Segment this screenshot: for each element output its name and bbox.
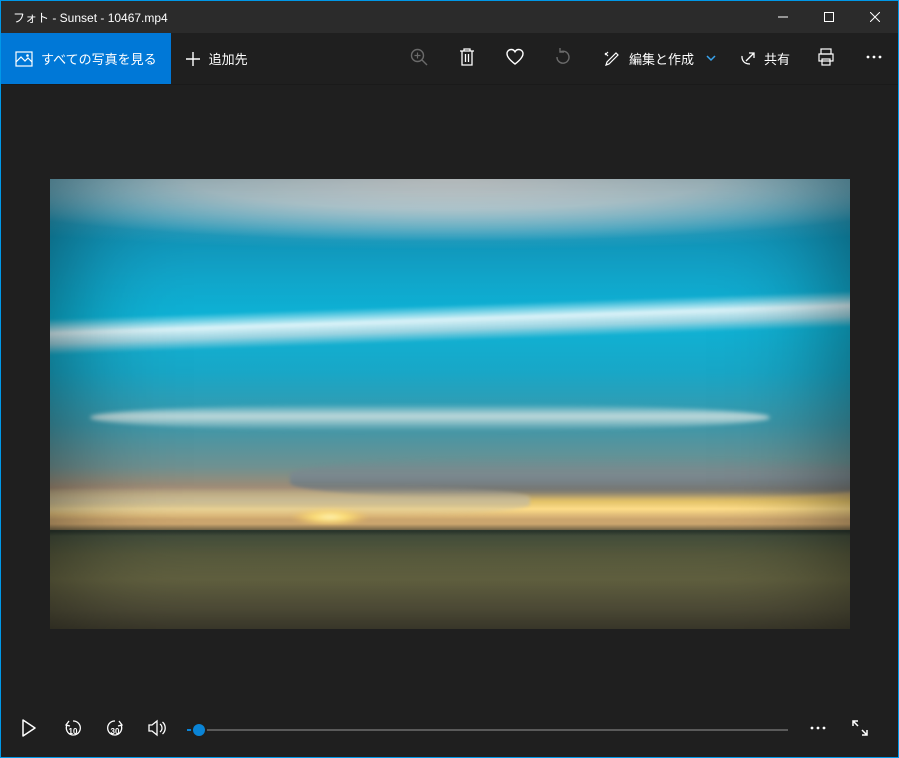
see-all-photos-button[interactable]: すべての写真を見る: [1, 33, 171, 84]
play-button[interactable]: [7, 708, 51, 752]
share-button[interactable]: 共有: [726, 33, 802, 84]
zoom-button[interactable]: [395, 33, 443, 84]
draw-icon: [603, 50, 621, 68]
skip-forward-button[interactable]: 30: [95, 708, 135, 752]
chevron-down-icon: [706, 51, 716, 66]
fullscreen-button[interactable]: [840, 708, 880, 752]
media-viewport: [1, 85, 898, 703]
heart-icon: [505, 47, 525, 70]
seek-thumb[interactable]: [193, 724, 205, 736]
favorite-button[interactable]: [491, 33, 539, 84]
window-controls: [760, 1, 898, 33]
skip-back-button[interactable]: 10: [53, 708, 93, 752]
seek-slider[interactable]: [179, 708, 796, 752]
more-horizontal-icon: [865, 48, 883, 69]
picture-icon: [15, 50, 33, 68]
see-all-photos-label: すべての写真を見る: [41, 49, 157, 68]
rotate-icon: [553, 47, 573, 70]
more-button[interactable]: [850, 33, 898, 84]
maximize-button[interactable]: [806, 1, 852, 33]
skip-back-seconds: 10: [69, 727, 78, 736]
print-button[interactable]: [802, 33, 850, 84]
delete-button[interactable]: [443, 33, 491, 84]
app-window: フォト - Sunset - 10467.mp4 すべての写真を見る 追加先: [0, 0, 899, 758]
rotate-button[interactable]: [539, 33, 587, 84]
close-button[interactable]: [852, 1, 898, 33]
edit-create-button[interactable]: 編集と作成: [587, 33, 726, 84]
seek-track: [187, 729, 788, 731]
playback-more-button[interactable]: [798, 708, 838, 752]
edit-create-label: 編集と作成: [629, 49, 694, 68]
volume-button[interactable]: [137, 708, 177, 752]
share-icon: [738, 50, 756, 68]
skip-forward-seconds: 30: [111, 727, 120, 736]
print-icon: [816, 47, 836, 70]
volume-icon: [147, 718, 167, 743]
minimize-button[interactable]: [760, 1, 806, 33]
more-horizontal-icon: [809, 719, 827, 742]
add-to-button[interactable]: 追加先: [171, 33, 262, 84]
titlebar: フォト - Sunset - 10467.mp4: [1, 1, 898, 33]
trash-icon: [458, 47, 476, 70]
add-to-label: 追加先: [209, 49, 248, 68]
video-frame[interactable]: [50, 179, 850, 629]
share-label: 共有: [764, 49, 790, 68]
play-icon: [21, 719, 37, 742]
plus-icon: [185, 51, 201, 67]
playback-bar: 10 30: [1, 703, 898, 757]
toolbar-spacer: [262, 33, 395, 84]
fullscreen-icon: [852, 720, 868, 741]
zoom-icon: [409, 47, 429, 70]
window-title: フォト - Sunset - 10467.mp4: [1, 9, 760, 26]
toolbar: すべての写真を見る 追加先: [1, 33, 898, 85]
